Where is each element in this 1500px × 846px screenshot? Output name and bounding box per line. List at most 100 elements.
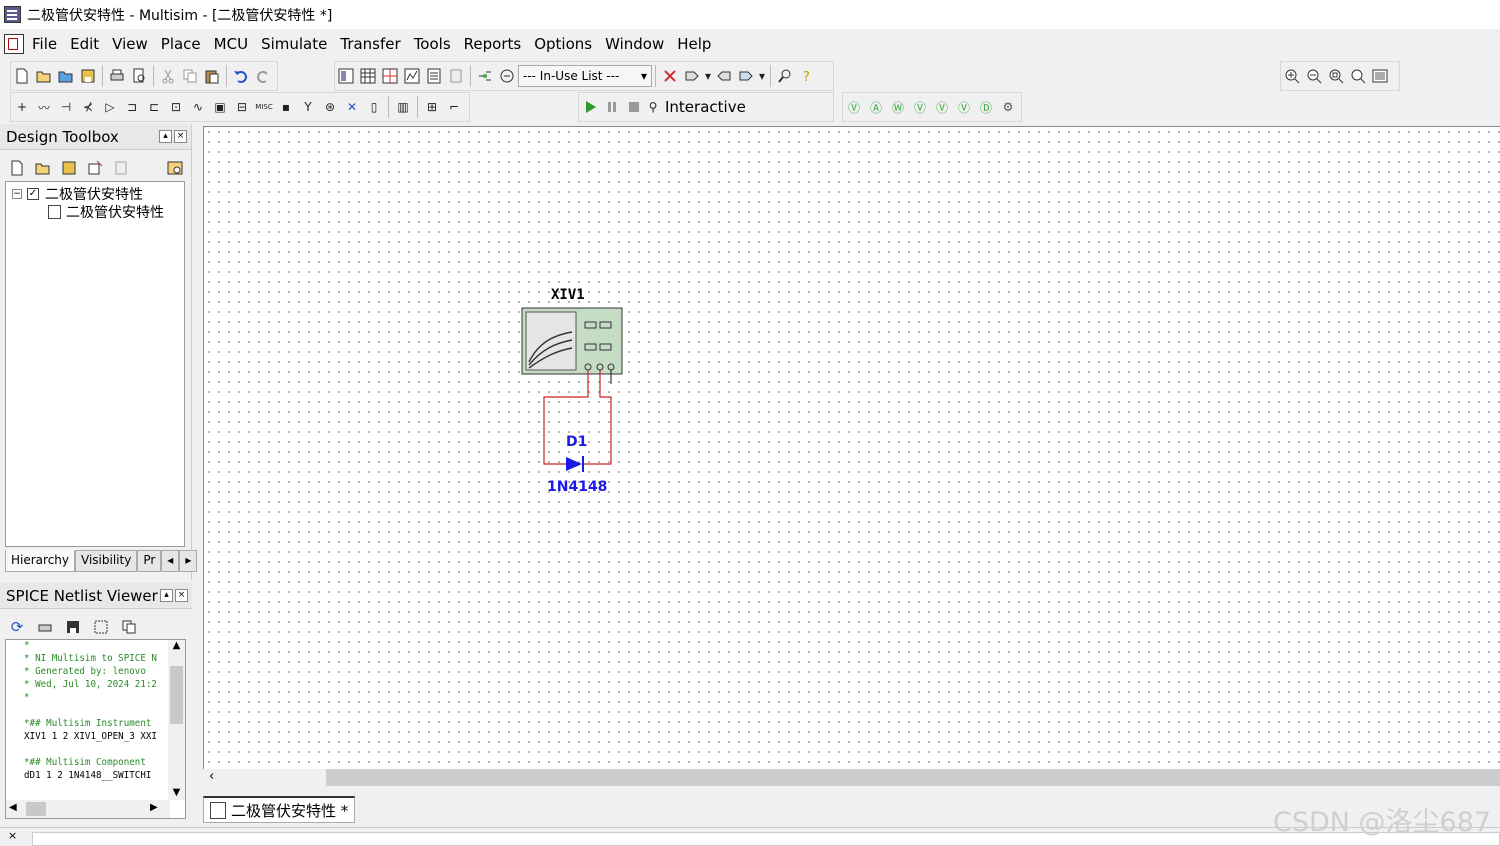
print-preview-icon[interactable] [129,66,149,86]
redo-icon[interactable] [253,66,273,86]
ttl-icon[interactable]: ⊐ [122,97,142,117]
paste-icon[interactable] [202,66,222,86]
rf-icon[interactable]: Y [298,97,318,117]
menu-options[interactable]: Options [534,35,592,53]
print-icon[interactable] [107,66,127,86]
scroll-right-icon[interactable]: ▶ [150,802,158,813]
scroll-left-icon[interactable]: ◀ [9,802,17,813]
tree-root-row[interactable]: − ✓ 二极管伏安特性 [12,184,143,204]
menu-mcu[interactable]: MCU [214,35,248,53]
misc-icon[interactable]: MISC [254,97,274,117]
menu-view[interactable]: View [112,35,148,53]
menu-edit[interactable]: Edit [70,35,99,53]
power-probe-icon[interactable]: Ⓦ [888,97,908,117]
select-all-icon[interactable] [91,617,111,637]
tab-scroll-left-icon[interactable]: ◂ [161,550,180,572]
spreadsheet-view-icon[interactable] [358,66,378,86]
menu-reports[interactable]: Reports [464,35,522,53]
menu-transfer[interactable]: Transfer [340,35,400,53]
menu-place[interactable]: Place [161,35,201,53]
forward-annotate-icon[interactable] [736,66,756,86]
cmos-icon[interactable]: ⊏ [144,97,164,117]
save-icon[interactable] [78,66,98,86]
pause-icon[interactable] [602,97,622,117]
mixed-icon[interactable]: ∿ [188,97,208,117]
place-hierarchical-block-icon[interactable]: ▥ [393,97,413,117]
tab-scroll-right-icon[interactable]: ▸ [179,550,198,572]
probe-settings-icon[interactable]: ⚙ [998,97,1018,117]
menu-window[interactable]: Window [605,35,664,53]
save-icon[interactable] [63,617,83,637]
vertical-scrollbar[interactable]: ▲ ▼ [168,640,185,800]
scrollbar-thumb[interactable] [26,802,46,816]
print-icon[interactable] [35,617,55,637]
database-manager-icon[interactable] [380,66,400,86]
place-bus-icon[interactable]: ⊞ [422,97,442,117]
netlist-text[interactable]: * * NI Multisim to SPICE N * Generated b… [5,639,186,819]
open-design-icon[interactable] [33,158,53,178]
transfer-to-ultiboard-icon[interactable] [682,66,702,86]
stop-icon[interactable] [624,97,644,117]
scroll-left-icon[interactable]: ‹ [209,769,214,784]
digital-probe-icon[interactable]: Ⓓ [976,97,996,117]
schematic-canvas[interactable]: XIV1 D1 1N4148 [203,126,1500,769]
new-design-icon[interactable] [7,158,27,178]
save-design-icon[interactable] [59,158,79,178]
help-icon[interactable]: ? [797,66,817,86]
copy-icon[interactable] [180,66,200,86]
canvas-horizontal-scrollbar[interactable]: ‹ [203,769,1500,786]
pin-icon[interactable]: ▴ [160,589,173,602]
source-icon[interactable]: + [12,97,32,117]
tree-child-row[interactable]: 二极管伏安特性 [48,202,164,222]
misc-digital-icon[interactable]: ⊡ [166,97,186,117]
simulation-mode-label[interactable]: Interactive [665,98,746,116]
collapse-icon[interactable]: − [12,189,22,199]
tab-hierarchy[interactable]: Hierarchy [5,550,76,572]
run-icon[interactable] [580,97,600,117]
tab-visibility[interactable]: Visibility [75,550,138,572]
mcu-icon[interactable]: ▯ [364,97,384,117]
chevron-down-icon[interactable]: ▾ [758,66,766,86]
undo-icon[interactable] [231,66,251,86]
toggle-design-toolbox-icon[interactable] [336,66,356,86]
menu-tools[interactable]: Tools [414,35,451,53]
postprocessor-icon[interactable] [424,66,444,86]
chevron-down-icon[interactable]: ▾ [704,66,712,86]
voltage-probe-icon[interactable]: Ⓥ [844,97,864,117]
open-folder-icon[interactable] [34,66,54,86]
wrench-icon[interactable]: ⚲ [646,97,660,117]
electrical-rules-check-icon[interactable] [475,66,495,86]
horizontal-scrollbar[interactable]: ◀ ▶ [6,800,170,818]
menu-simulate[interactable]: Simulate [261,35,327,53]
scrollbar-thumb[interactable] [170,666,183,724]
transistor-icon[interactable]: ⊀ [78,97,98,117]
close-design-icon[interactable] [85,158,105,178]
new-file-icon[interactable] [12,66,32,86]
zoom-area-icon[interactable] [1326,66,1346,86]
tab-project-view[interactable]: Pr [137,550,162,572]
diode-d1[interactable] [566,456,584,472]
pin-icon[interactable]: ▴ [159,130,172,143]
scroll-down-icon[interactable]: ▼ [168,787,185,798]
scrollbar-thumb[interactable] [326,769,1500,786]
nx-icon[interactable]: ✕ [342,97,362,117]
analog-icon[interactable]: ▷ [100,97,120,117]
power-component-icon[interactable]: ⊟ [232,97,252,117]
erc-icon[interactable] [660,66,680,86]
in-use-list-dropdown[interactable]: --- In-Use List --- ▾ [518,65,652,87]
refresh-icon[interactable]: ⟳ [7,617,27,637]
copy-icon[interactable] [119,617,139,637]
document-tab[interactable]: 二极管伏安特性 * [203,796,356,823]
zoom-in-icon[interactable] [1282,66,1302,86]
cut-icon[interactable] [158,66,178,86]
document-icon[interactable] [4,34,24,54]
zoom-out-icon[interactable] [1304,66,1324,86]
close-icon[interactable]: × [174,130,187,143]
scroll-up-icon[interactable]: ▲ [168,640,185,651]
component-wizard-icon[interactable] [446,66,466,86]
current-probe-icon[interactable]: Ⓐ [866,97,886,117]
open-sample-icon[interactable] [56,66,76,86]
design-properties-icon[interactable] [111,158,131,178]
basic-icon[interactable]: 〰 [34,97,54,117]
annotate-icon[interactable] [497,66,517,86]
